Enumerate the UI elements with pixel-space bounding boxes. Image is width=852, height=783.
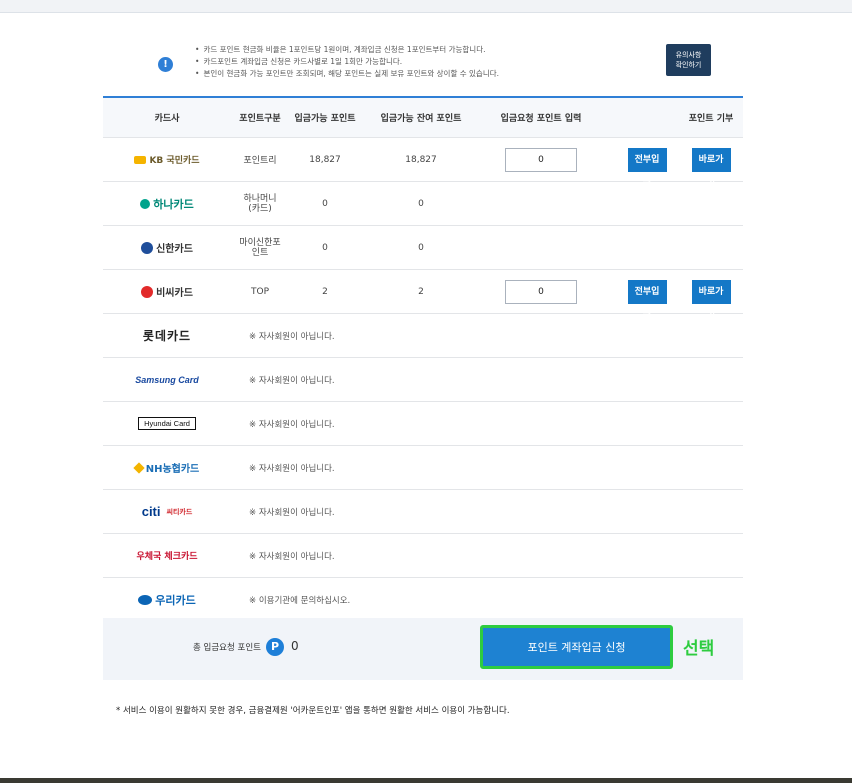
shortcut-button-kb[interactable]: 바로가기 [691,147,731,189]
nh-logo-icon [133,461,145,474]
table-row: citi 씨티카드 ※ 자사회원이 아닙니다. [103,490,743,534]
card-logo-nh: NH농협카드 [103,446,231,489]
total-request-label: 총 입금요청 포인트 [193,643,261,653]
table-row: 신한카드 마이신한포 인트 0 0 [103,226,743,270]
notice-line: 카드 포인트 현금화 비율은 1포인트당 1원이며, 계좌입금 신청은 1포인트… [195,44,499,56]
apply-deposit-button[interactable]: 포인트 계좌입금 신청 [483,628,670,666]
notice-box: ! 카드 포인트 현금화 비율은 1포인트당 1원이며, 계좌입금 신청은 1포… [103,38,743,94]
table-row: 롯데카드 ※ 자사회원이 아닙니다. [103,314,743,358]
header-card: 카드사 [154,114,180,124]
bc-logo-icon [141,285,154,298]
card-logo-citi: citi 씨티카드 [141,504,193,519]
select-annotation: 선택 [683,639,715,659]
point-type: 하나머니 (카드) [243,193,277,214]
input-cell [481,270,601,313]
available-points: 2 [322,286,328,297]
input-cell [481,138,601,181]
available-points: 0 [322,242,328,253]
total-request-value: 0 [291,639,299,653]
table-row: 하나카드 하나머니 (카드) 0 0 [103,182,743,226]
hana-logo-icon [140,198,151,209]
row-message: ※ 자사회원이 아닙니다. [249,507,335,518]
notice-line: 본인이 현금화 가능 포인트만 조회되며, 해당 포인트는 실제 보유 포인트와… [195,68,499,80]
table-header: 카드사 포인트구분 입금가능 포인트 입금가능 잔여 포인트 입금요청 포인트 … [103,98,743,138]
remaining-points: 2 [418,286,424,297]
table-row: 비씨카드 TOP 2 2 전부입금 바로가기 [103,270,743,321]
point-input-bc[interactable] [505,279,577,304]
shortcut-button-bc[interactable]: 바로가기 [691,279,731,321]
card-logo-lotte: 롯데카드 [142,329,192,343]
caution-check-button[interactable]: 유의사항 확인하기 [666,44,711,76]
deposit-all-button-bc[interactable]: 전부입금 [627,279,667,321]
point-input-kb[interactable] [505,147,577,172]
notice-list: 카드 포인트 현금화 비율은 1포인트당 1원이며, 계좌입금 신청은 1포인트… [195,44,499,80]
deposit-all-button-kb[interactable]: 전부입금 [627,147,667,189]
card-logo-hyundai: Hyundai Card [103,402,231,445]
remaining-points: 18,827 [405,154,437,165]
table-row: 우리카드 ※ 이용기관에 문의하십시오. [103,578,743,622]
summary-bar: 총 입금요청 포인트 P 0 포인트 계좌입금 신청 [103,618,743,680]
remaining-points: 0 [418,198,424,209]
header-remaining: 입금가능 잔여 포인트 [380,114,462,124]
card-logo-kb: KB 국민카드 [103,138,231,181]
point-badge-icon: P [266,638,284,656]
row-message: ※ 자사회원이 아닙니다. [249,463,335,474]
header-available: 입금가능 포인트 [294,114,356,124]
bottom-strip [0,778,852,783]
apply-button-highlight: 포인트 계좌입금 신청 [480,625,673,669]
table-row: 우체국 체크카드 ※ 자사회원이 아닙니다. [103,534,743,578]
available-points: 0 [322,198,328,209]
btn-cell: 바로가기 [679,138,743,189]
table-row: KB 국민카드 포인트리 18,827 18,827 전부입금 바로가기 [103,138,743,189]
header-donate: 포인트 기부 [688,114,734,124]
woori-logo-icon [138,594,153,605]
kb-star-icon [134,155,147,164]
table-row: Hyundai Card ※ 자사회원이 아닙니다. [103,402,743,446]
card-points-table: 카드사 포인트구분 입금가능 포인트 입금가능 잔여 포인트 입금요청 포인트 … [103,96,743,622]
header-input: 입금요청 포인트 입력 [500,114,582,124]
notice-line: 카드포인트 계좌입금 신청은 카드사별로 1일 1회만 가능합니다. [195,56,499,68]
table-row: NH농협카드 ※ 자사회원이 아닙니다. [103,446,743,490]
footer-note: * 서비스 이용이 원활하지 못한 경우, 금융결제원 '어카운트인포' 앱을 … [116,706,510,716]
shinhan-logo-icon [141,241,154,254]
remaining-points: 0 [418,242,424,253]
btn-cell: 바로가기 [679,270,743,321]
card-logo-samsung: Samsung Card [135,374,199,385]
row-message: ※ 자사회원이 아닙니다. [249,331,335,342]
point-type: 포인트리 [243,156,277,166]
card-logo-post: 우체국 체크카드 [136,552,198,562]
card-logo-woori: 우리카드 [103,578,231,621]
available-points: 18,827 [309,154,341,165]
card-logo-bc: 비씨카드 [103,270,231,313]
point-type: 마이신한포 인트 [239,237,281,258]
header-type: 포인트구분 [239,114,281,124]
row-message: ※ 자사회원이 아닙니다. [249,551,335,562]
row-message: ※ 이용기관에 문의하십시오. [249,595,351,606]
top-bar [0,0,852,13]
card-logo-hana: 하나카드 [103,182,231,225]
row-message: ※ 자사회원이 아닙니다. [249,375,335,386]
card-logo-shinhan: 신한카드 [103,226,231,269]
table-row: Samsung Card ※ 자사회원이 아닙니다. [103,358,743,402]
row-message: ※ 자사회원이 아닙니다. [249,419,335,430]
point-type: TOP [250,286,269,297]
info-icon: ! [158,57,173,72]
